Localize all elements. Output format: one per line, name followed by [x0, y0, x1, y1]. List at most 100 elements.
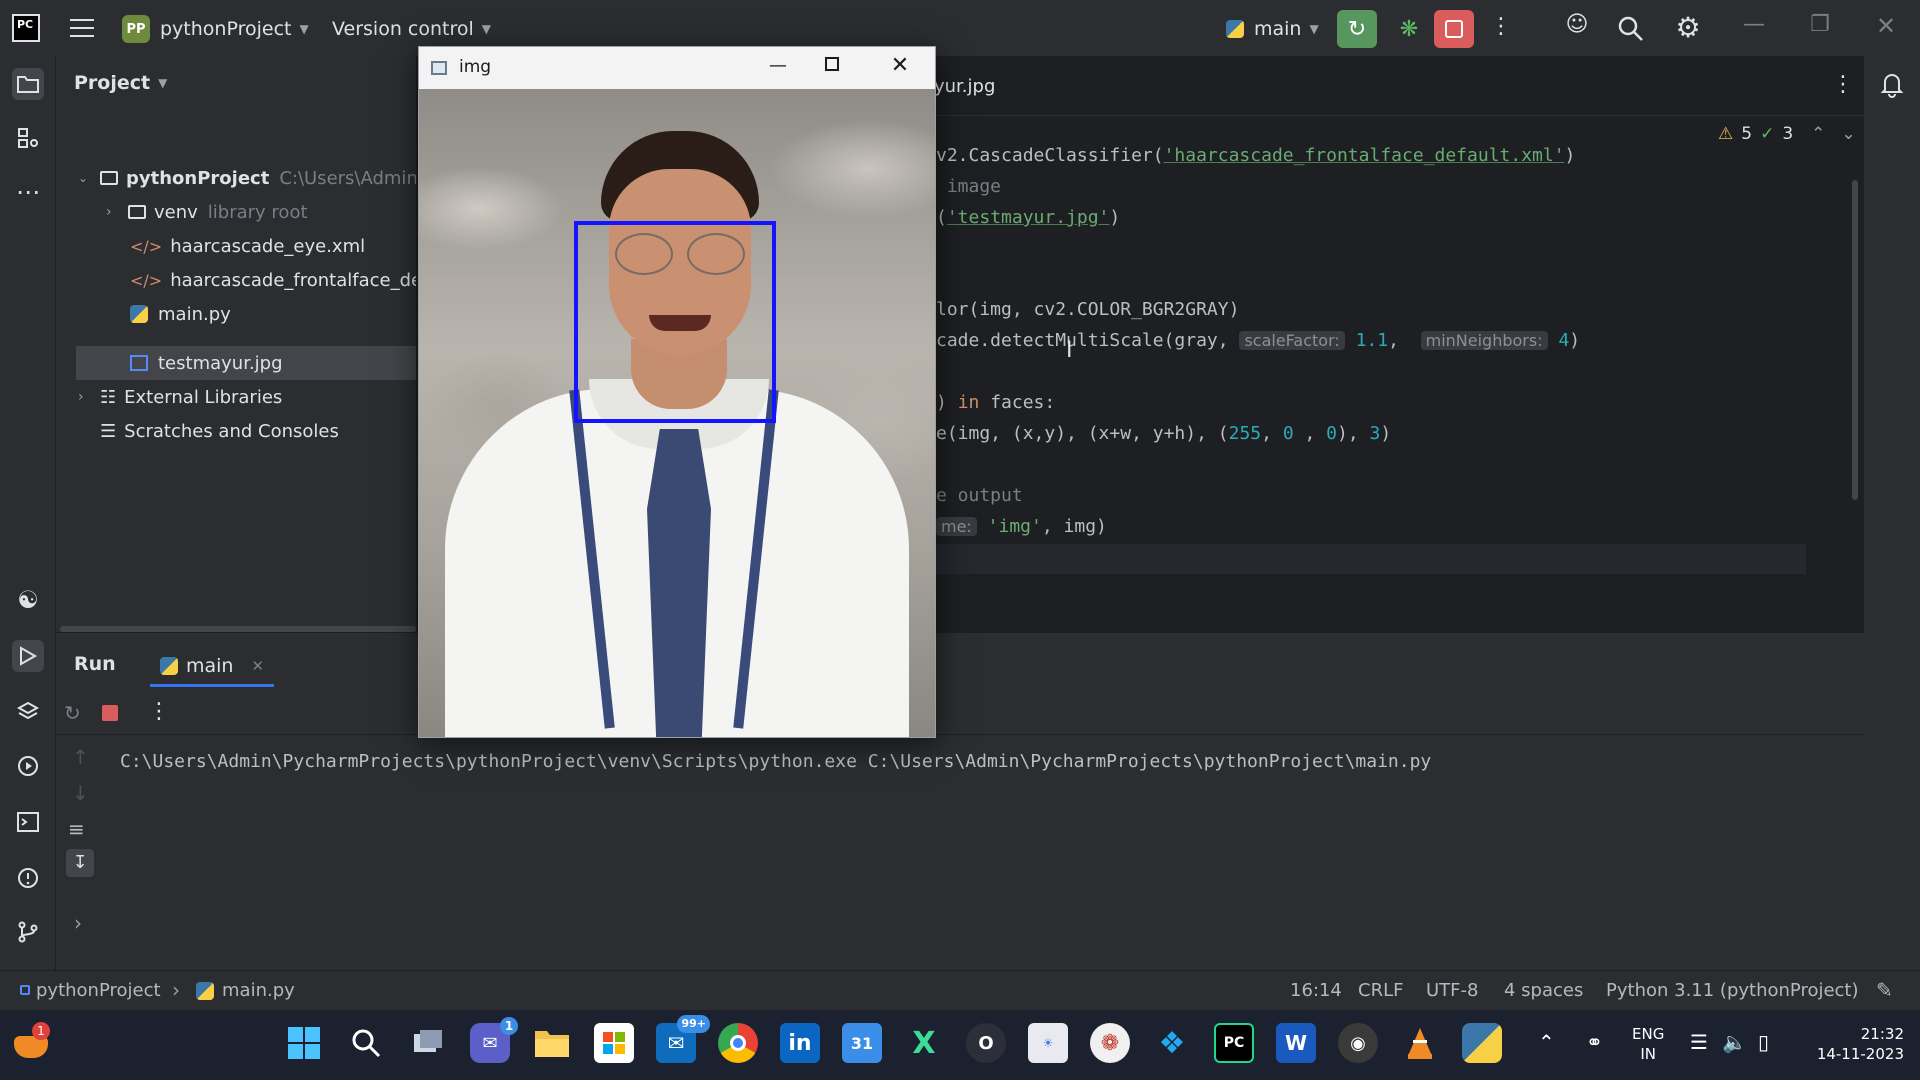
clock[interactable]: 21:32 14-11-2023 — [1792, 1024, 1904, 1064]
task-view-icon[interactable] — [408, 1023, 448, 1063]
show-hidden-icons-chevron[interactable]: ⌃ — [1538, 1030, 1555, 1054]
tree-item-pythonproject[interactable]: ⌄ pythonProject C:\Users\Admin\P — [78, 162, 435, 194]
project-folder-icon[interactable] — [12, 68, 44, 100]
debug-icon[interactable]: ❋ — [1392, 12, 1426, 46]
image-window-minimize-button[interactable]: — — [763, 55, 793, 79]
breadcrumb-file[interactable]: main.py — [222, 980, 295, 1001]
close-tab-icon[interactable]: ✕ — [251, 657, 264, 675]
read-only-toggle-icon[interactable]: ✎ — [1876, 978, 1893, 1002]
taskbar-search-icon[interactable] — [346, 1023, 386, 1063]
tree-item-label: main.py — [158, 303, 231, 325]
image-window-titlebar[interactable]: img — ✕ — [419, 47, 935, 89]
image-window-maximize-button[interactable] — [825, 57, 839, 71]
more-actions-icon[interactable]: ⋮ — [1490, 14, 1512, 44]
tree-item-venv[interactable]: › venv library root — [106, 196, 308, 228]
pycharm-taskbar-icon[interactable]: PC — [1214, 1023, 1254, 1063]
line-ending[interactable]: CRLF — [1358, 980, 1403, 1001]
folder-icon — [128, 205, 146, 219]
notifications-bell-icon[interactable] — [1878, 70, 1906, 98]
file-encoding[interactable]: UTF-8 — [1426, 980, 1478, 1001]
widget-sun-icon[interactable]: 1 — [14, 1022, 50, 1060]
settings-app-icon[interactable]: ❁ — [1090, 1023, 1130, 1063]
tree-item-external-libraries[interactable]: › ☷ External Libraries — [78, 381, 282, 413]
volume-icon[interactable]: 🔈 — [1722, 1030, 1747, 1054]
version-control-menu[interactable]: Version control ▼ — [332, 14, 491, 44]
code-line: ) in faces: — [936, 392, 1056, 413]
tree-item-hint: library root — [207, 201, 308, 223]
o-app-icon[interactable]: O — [966, 1023, 1006, 1063]
window-restore-button[interactable]: ❐ — [1804, 12, 1836, 44]
stop-button[interactable] — [1434, 10, 1474, 48]
more-icon[interactable]: ⋮ — [148, 699, 170, 724]
right-tool-strip — [1864, 56, 1920, 970]
editor-vertical-scrollbar[interactable] — [1852, 180, 1858, 500]
obs-icon[interactable]: ◉ — [1338, 1023, 1378, 1063]
cursor-position[interactable]: 16:14 — [1290, 980, 1342, 1001]
git-branch-icon[interactable] — [12, 916, 44, 948]
python-console-icon[interactable]: ☯ — [12, 584, 44, 616]
tree-item-haarcascade-eye[interactable]: </> haarcascade_eye.xml — [130, 230, 365, 262]
project-switcher[interactable]: PP pythonProject ▼ — [122, 14, 309, 44]
tree-item-testmayur-jpg[interactable]: testmayur.jpg — [130, 347, 283, 379]
run-tool-icon[interactable] — [12, 640, 44, 672]
interpreter[interactable]: Python 3.11 (pythonProject) — [1606, 980, 1859, 1001]
microsoft-store-icon[interactable] — [594, 1023, 634, 1063]
scroll-down-icon[interactable]: ↓ — [72, 781, 89, 805]
start-windows-icon[interactable] — [284, 1023, 324, 1063]
file-explorer-icon[interactable] — [532, 1023, 572, 1063]
settings-gear-icon[interactable]: ⚙ — [1672, 12, 1704, 44]
run-config-selector[interactable]: main ▼ — [1226, 14, 1319, 44]
tree-item-scratches[interactable]: ☰ Scratches and Consoles — [100, 415, 339, 447]
clock-time: 21:32 — [1860, 1025, 1904, 1043]
window-close-button[interactable]: ✕ — [1870, 12, 1902, 44]
browser-app-icon[interactable]: ☀ — [1028, 1023, 1068, 1063]
soft-wrap-icon[interactable]: ≡ — [68, 817, 85, 841]
vscode-icon[interactable]: ❖ — [1152, 1023, 1192, 1063]
rerun-icon[interactable]: ↻ — [64, 701, 81, 725]
search-icon[interactable] — [1616, 14, 1646, 44]
language-indicator[interactable]: ENG IN — [1632, 1024, 1664, 1064]
tree-item-haarcascade-frontalface[interactable]: </> haarcascade_frontalface_defa — [130, 264, 439, 296]
linkedin-icon[interactable]: in — [780, 1023, 820, 1063]
window-minimize-button[interactable]: — — [1738, 12, 1770, 44]
chevron-down-icon[interactable]: ⌄ — [1841, 124, 1855, 144]
wifi-icon[interactable]: ☰ — [1690, 1030, 1708, 1054]
mail-badge: 99+ — [677, 1015, 710, 1033]
chevron-down-icon: ▼ — [299, 22, 309, 36]
word-icon[interactable]: W — [1276, 1023, 1316, 1063]
tab-run[interactable]: Run — [74, 653, 116, 675]
image-window-close-button[interactable]: ✕ — [885, 53, 915, 81]
layers-icon[interactable] — [12, 696, 44, 728]
teams-chat-icon[interactable]: ✉ 1 — [470, 1017, 518, 1063]
breadcrumb-separator-icon: › — [172, 978, 180, 1002]
more-tools-icon[interactable]: ⋯ — [12, 176, 44, 208]
project-panel-header[interactable]: Project ▼ — [74, 72, 167, 94]
tab-main-label: main — [186, 654, 234, 677]
xcode-app-icon[interactable]: X — [904, 1023, 944, 1063]
python-taskbar-icon[interactable] — [1462, 1023, 1502, 1063]
chrome-icon[interactable] — [718, 1023, 758, 1063]
tree-item-main-py[interactable]: main.py — [130, 298, 231, 330]
services-icon[interactable] — [12, 750, 44, 782]
stop-icon[interactable] — [102, 705, 118, 721]
breadcrumb-project[interactable]: pythonProject — [36, 980, 161, 1001]
opencv-image-window[interactable]: img — ✕ — [418, 46, 936, 738]
structure-icon[interactable] — [12, 122, 44, 154]
microphone-icon[interactable]: ⚭ — [1586, 1030, 1603, 1054]
mail-icon[interactable]: ✉ 99+ — [656, 1015, 710, 1063]
problems-icon[interactable] — [12, 862, 44, 894]
calendar-icon[interactable]: 31 — [842, 1023, 882, 1063]
battery-icon[interactable]: ▯ — [1758, 1030, 1769, 1054]
scroll-up-icon[interactable]: ↑ — [72, 745, 89, 769]
image-window-title: img — [459, 57, 492, 77]
pycharm-logo-icon[interactable]: PC — [12, 14, 40, 42]
indent-setting[interactable]: 4 spaces — [1504, 980, 1583, 1001]
tab-main[interactable]: main ✕ — [150, 647, 275, 687]
vlc-icon[interactable] — [1400, 1023, 1440, 1063]
rerun-button[interactable]: ↻ — [1337, 10, 1377, 48]
scroll-to-end-icon[interactable]: ↧ — [66, 849, 94, 877]
add-user-icon[interactable]: ☺ — [1560, 12, 1594, 46]
terminal-icon[interactable] — [12, 806, 44, 838]
main-menu-icon[interactable] — [70, 16, 94, 40]
expand-icon[interactable]: › — [74, 911, 82, 935]
